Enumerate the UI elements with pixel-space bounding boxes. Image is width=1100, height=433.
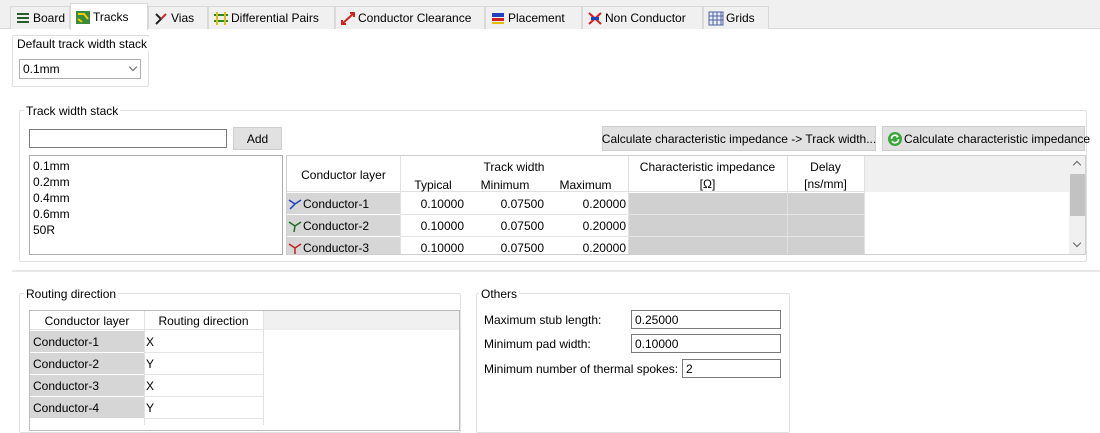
chevron-down-icon — [128, 62, 138, 72]
scroll-thumb[interactable] — [1070, 174, 1085, 216]
track-width-stack-label: Track width stack — [24, 104, 121, 118]
table-cell-delay — [788, 237, 864, 254]
list-item[interactable]: 0.1mm — [30, 158, 282, 174]
section-separator — [12, 270, 1100, 272]
scroll-up-icon[interactable] — [1072, 160, 1082, 170]
board-icon — [15, 11, 32, 26]
table-cell-typical[interactable]: 0.10000 — [400, 237, 466, 255]
table-cell-delay — [788, 193, 864, 214]
refresh-icon — [887, 131, 903, 147]
min-thermal-spokes-field[interactable]: 2 — [682, 359, 781, 378]
table-row-header[interactable]: Conductor-1 — [287, 193, 400, 214]
tab-label: Grids — [726, 11, 755, 25]
calculate-impedance-label: Calculate characteristic impedance — [904, 131, 1091, 146]
table-cell-maximum[interactable]: 0.20000 — [546, 215, 628, 236]
tab-differential-pairs[interactable]: Differential Pairs — [208, 6, 335, 29]
calculate-impedance-button[interactable]: Calculate characteristic impedance — [882, 126, 1090, 151]
routing-direction-cell[interactable]: Y — [145, 397, 263, 418]
conductor-layer-icon — [287, 240, 303, 255]
column-header-delay-unit: [ns/mm] — [804, 177, 847, 191]
default-stack-label: Default track width stack — [15, 37, 150, 51]
tracks-panel: Default track width stack 0.1mm Track wi… — [0, 30, 1100, 433]
routing-direction-label: Routing direction — [24, 287, 119, 301]
table-cell-impedance — [629, 193, 787, 214]
column-header-impedance-unit: [Ω] — [699, 177, 716, 191]
min-thermal-spokes-label: Minimum number of thermal spokes: — [484, 362, 679, 376]
tab-label: Placement — [508, 11, 565, 25]
table-row-header[interactable]: Conductor-2 — [30, 353, 144, 374]
grids-icon — [708, 11, 725, 26]
others-label: Others — [479, 287, 520, 301]
routing-direction-cell[interactable]: X — [145, 331, 263, 352]
default-stack-value: 0.1mm — [23, 62, 60, 76]
tab-bar: Board Tracks Vias Differential Pairs Con… — [0, 0, 1100, 30]
column-header-routing-direction[interactable]: Routing direction — [144, 314, 263, 328]
column-header-maximum[interactable]: Maximum — [543, 178, 628, 192]
list-item[interactable]: 0.6mm — [30, 206, 282, 222]
table-cell-minimum[interactable]: 0.07500 — [468, 193, 546, 214]
scroll-down-icon[interactable] — [1072, 238, 1082, 248]
column-header-impedance[interactable]: Characteristic impedance — [628, 160, 787, 174]
min-pad-width-label: Minimum pad width: — [484, 337, 591, 351]
stack-name-input[interactable] — [29, 129, 227, 148]
table-row-header[interactable]: Conductor-2 — [287, 215, 400, 236]
table-row-header[interactable]: Conductor-3 — [30, 375, 144, 396]
tab-conductor-clearance[interactable]: Conductor Clearance — [335, 6, 485, 29]
max-stub-length-field[interactable]: 0.25000 — [631, 310, 781, 329]
table-cell-minimum[interactable]: 0.07500 — [468, 215, 546, 236]
table-cell-delay — [788, 215, 864, 236]
tab-label: Board — [33, 11, 66, 25]
table-cell-typical[interactable]: 0.10000 — [400, 215, 466, 236]
max-stub-length-label: Maximum stub length: — [484, 313, 602, 327]
table-row-header[interactable]: Conductor-1 — [30, 331, 144, 352]
tab-tracks[interactable]: Tracks — [70, 3, 148, 30]
list-item[interactable]: 0.2mm — [30, 174, 282, 190]
add-button[interactable]: Add — [233, 127, 282, 150]
track-width-table[interactable]: Conductor layer Track width Typical Mini… — [286, 155, 1086, 255]
column-header-delay[interactable]: Delay — [787, 160, 864, 174]
table-row-header[interactable]: Conductor-4 — [30, 397, 144, 418]
table-cell-impedance — [629, 215, 787, 236]
table-cell-minimum[interactable]: 0.07500 — [468, 237, 546, 255]
routing-direction-cell[interactable]: Y — [145, 353, 263, 374]
table-cell-impedance — [629, 237, 787, 254]
calculate-track-width-button[interactable]: Calculate characteristic impedance -> Tr… — [602, 126, 876, 151]
column-header-minimum[interactable]: Minimum — [468, 178, 542, 192]
tab-non-conductor[interactable]: Non Conductor — [582, 6, 703, 29]
tab-board[interactable]: Board — [10, 6, 70, 29]
routing-direction-cell[interactable]: X — [145, 375, 263, 396]
placement-icon — [490, 11, 507, 26]
table-cell-maximum[interactable]: 0.20000 — [546, 193, 628, 214]
non-conductor-icon — [587, 11, 604, 26]
list-item[interactable]: 0.4mm — [30, 190, 282, 206]
table-cell-typical[interactable]: 0.10000 — [400, 193, 466, 214]
table-vertical-scrollbar[interactable] — [1069, 156, 1085, 254]
column-header-conductor-layer[interactable]: Conductor layer — [30, 314, 144, 328]
column-header-conductor-layer[interactable]: Conductor layer — [287, 168, 400, 182]
tab-label: Vias — [171, 11, 195, 25]
tab-label: Conductor Clearance — [358, 11, 472, 25]
tab-label: Differential Pairs — [231, 11, 319, 25]
routing-direction-table[interactable]: Conductor layer Routing direction Conduc… — [29, 310, 460, 431]
stack-list[interactable]: 0.1mm 0.2mm 0.4mm 0.6mm 50R — [29, 155, 283, 255]
column-header-typical[interactable]: Typical — [400, 178, 466, 192]
tab-vias[interactable]: Vias — [148, 6, 208, 29]
vias-icon — [153, 11, 170, 26]
table-cell-maximum[interactable]: 0.20000 — [546, 237, 628, 255]
tab-label: Tracks — [93, 10, 129, 24]
column-header-track-width: Track width — [483, 160, 545, 174]
tab-grids[interactable]: Grids — [703, 6, 769, 29]
tab-placement[interactable]: Placement — [485, 6, 582, 29]
conductor-clearance-icon — [340, 11, 357, 26]
conductor-layer-icon — [287, 196, 303, 212]
conductor-layer-icon — [287, 218, 303, 234]
table-row-header[interactable]: Conductor-3 — [287, 237, 400, 255]
min-pad-width-field[interactable]: 0.10000 — [631, 334, 781, 353]
list-item[interactable]: 50R — [30, 222, 282, 238]
default-stack-select[interactable]: 0.1mm — [19, 59, 141, 79]
tab-label: Non Conductor — [605, 11, 686, 25]
tracks-icon — [75, 10, 92, 25]
differential-pairs-icon — [213, 11, 230, 26]
